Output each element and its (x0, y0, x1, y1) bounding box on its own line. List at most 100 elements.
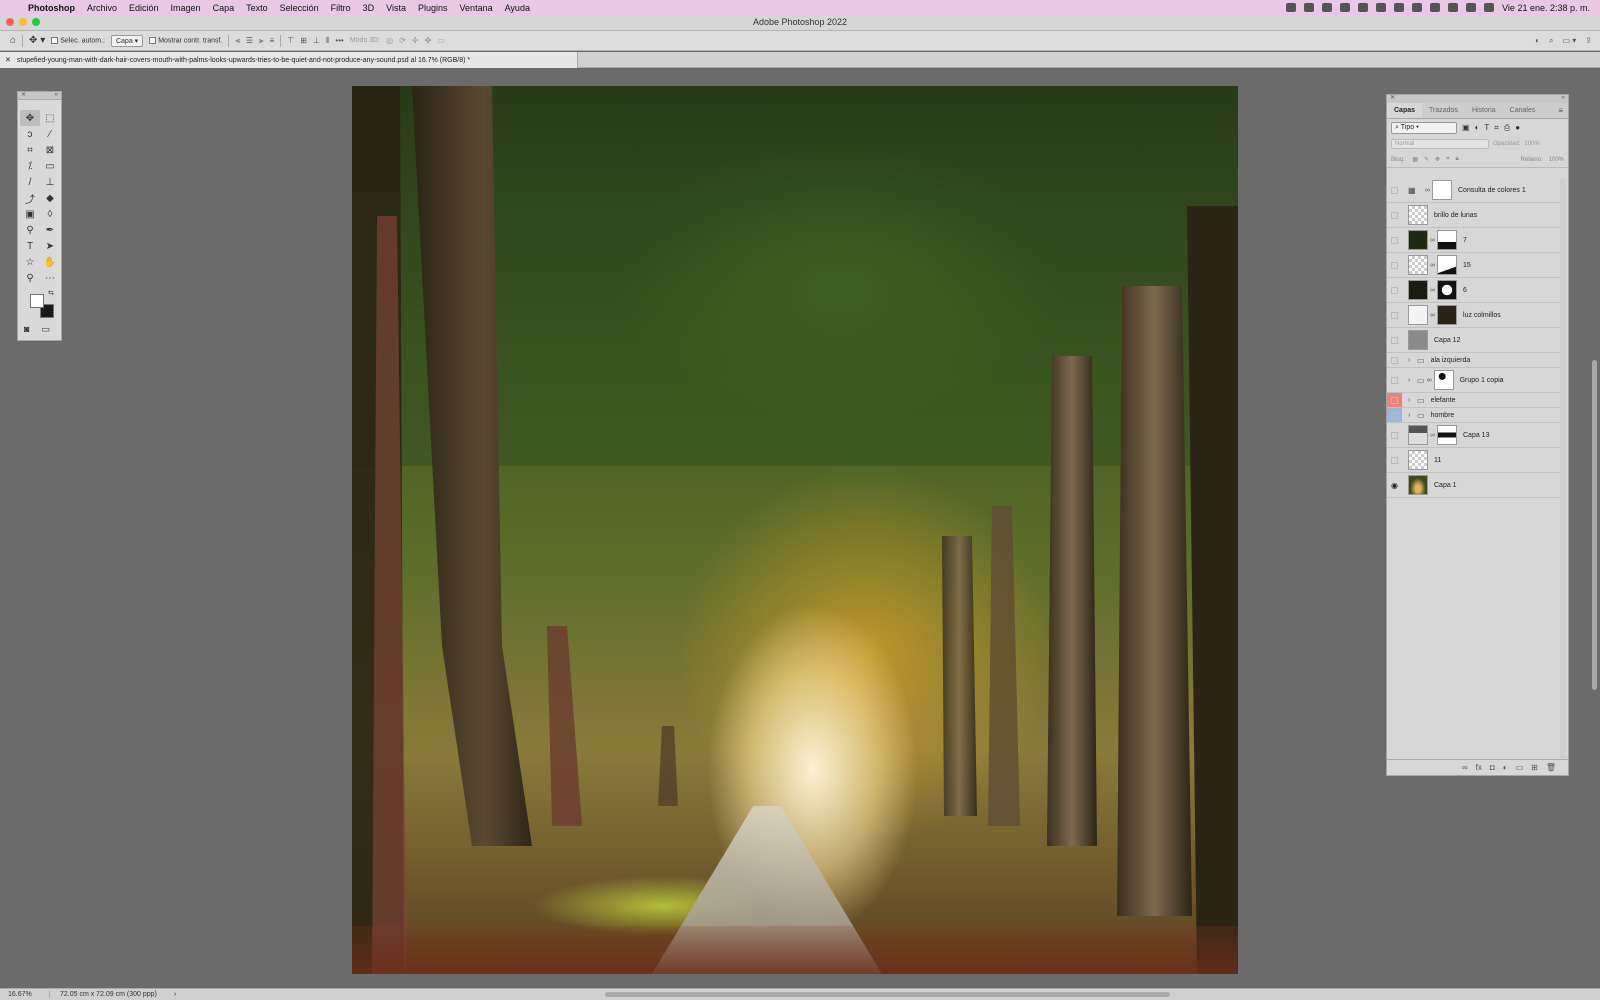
visibility-toggle[interactable] (1387, 393, 1402, 407)
layer-row[interactable]: ∞ 15 (1387, 253, 1560, 278)
menu-capa[interactable]: Capa (207, 3, 241, 13)
layer-group-row[interactable]: › ▭ ∞ Grupo 1 copia (1387, 368, 1560, 393)
menu-vista[interactable]: Vista (380, 3, 412, 13)
layer-group-row[interactable]: › ▭ ala izquierda (1387, 353, 1560, 368)
layer-thumbnail[interactable] (1408, 305, 1428, 325)
quick-mask-icon[interactable]: ◙ (24, 324, 29, 335)
align-bottom-icon[interactable]: ⊥ (313, 36, 320, 45)
align-middle-icon[interactable]: ⊞ (300, 36, 307, 45)
slide-3d-icon[interactable]: ✤ (425, 36, 432, 45)
gradient-tool-icon[interactable]: ▣ (20, 206, 40, 222)
close-panel-icon[interactable]: ✕ (1390, 95, 1395, 103)
lock-position-icon[interactable]: ✥ (1435, 156, 1440, 163)
brush-tool-icon[interactable]: / (20, 174, 40, 190)
video-camera-3d-icon[interactable]: ▭ (437, 36, 445, 45)
search-icon[interactable]: ⌕ (1549, 36, 1553, 46)
layer-row[interactable]: ∞ 7 (1387, 228, 1560, 253)
chevron-right-icon[interactable]: › (1408, 397, 1414, 404)
menu-edicion[interactable]: Edición (123, 3, 165, 13)
layer-thumbnail[interactable] (1408, 330, 1428, 350)
visibility-toggle[interactable] (1387, 353, 1402, 367)
lock-all-icon[interactable]: 🔒︎ (1455, 156, 1458, 163)
layer-row[interactable]: ∞ luz colmillos (1387, 303, 1560, 328)
workspace-icon[interactable]: ▭ ▾ (1563, 36, 1577, 46)
adjustment-layer-icon[interactable]: ◐ (1503, 763, 1508, 772)
add-mask-icon[interactable]: ◘ (1490, 763, 1495, 772)
collapse-panel-icon[interactable]: « (55, 92, 58, 99)
flag-icon[interactable] (1412, 3, 1423, 12)
visibility-toggle[interactable]: ◉ (1387, 473, 1402, 497)
layer-mask-thumbnail[interactable] (1437, 255, 1457, 275)
filter-smart-object-icon[interactable]: ⎙ (1504, 123, 1510, 133)
battery-icon[interactable] (1394, 3, 1405, 12)
lock-transparent-icon[interactable]: ▦ (1412, 156, 1418, 163)
layer-mask-thumbnail[interactable] (1437, 425, 1457, 445)
chevron-right-icon[interactable]: › (1408, 377, 1414, 384)
tab-historia[interactable]: Historia (1465, 103, 1503, 118)
menu-ayuda[interactable]: Ayuda (499, 3, 536, 13)
visibility-toggle[interactable] (1387, 178, 1402, 202)
canvas-vertical-scrollbar[interactable] (1592, 360, 1597, 690)
clone-stamp-tool-icon[interactable]: ⊥ (40, 174, 60, 190)
layer-row[interactable]: Capa 12 (1387, 328, 1560, 353)
menu-3d[interactable]: 3D (357, 3, 381, 13)
visibility-toggle[interactable] (1387, 368, 1402, 392)
close-panel-icon[interactable]: ✕ (21, 92, 26, 99)
crop-tool-icon[interactable]: ⌗ (20, 142, 40, 158)
layer-mask-thumbnail[interactable] (1432, 180, 1452, 200)
visibility-toggle[interactable] (1387, 203, 1402, 227)
new-group-icon[interactable]: ▭ (1516, 763, 1524, 772)
link-layers-icon[interactable]: ∞ (1462, 763, 1468, 772)
filter-type-icon[interactable]: T (1484, 123, 1489, 132)
menu-plugins[interactable]: Plugins (412, 3, 454, 13)
path-selection-tool-icon[interactable]: ➤ (40, 238, 60, 254)
menu-seleccion[interactable]: Selección (274, 3, 325, 13)
quick-selection-tool-icon[interactable]: ⁄ (40, 126, 60, 142)
align-right-icon[interactable]: ⫸ (259, 36, 264, 46)
show-transform-controls-checkbox[interactable]: Mostrar contr. transf. (149, 36, 222, 44)
layer-filter-dropdown[interactable]: ⌕ Tipo ▾ (1391, 121, 1457, 134)
eraser-tool-icon[interactable]: ◆ (40, 190, 60, 206)
screen-mode-icon[interactable]: ▭ (41, 324, 50, 335)
adobe-icon[interactable] (1340, 3, 1351, 12)
type-tool-icon[interactable]: T (20, 238, 40, 254)
visibility-toggle[interactable] (1387, 303, 1402, 327)
lock-pixels-icon[interactable]: ✎ (1424, 156, 1429, 163)
layer-mask-thumbnail[interactable] (1437, 280, 1457, 300)
healing-brush-tool-icon[interactable]: ▭ (40, 158, 60, 174)
chevron-right-icon[interactable]: › (1408, 412, 1414, 419)
visibility-toggle[interactable] (1387, 278, 1402, 302)
history-brush-tool-icon[interactable]: ⤴ (20, 190, 40, 206)
learn-icon[interactable]: ◐ (1535, 36, 1540, 46)
close-tab-icon[interactable]: ✕ (5, 56, 11, 64)
layer-thumbnail[interactable] (1408, 475, 1428, 495)
zoom-tool-icon[interactable]: ⚲ (20, 270, 40, 286)
panel-menu-icon[interactable]: ≡ (1553, 103, 1568, 118)
pen-tool-icon[interactable]: ✒ (40, 222, 60, 238)
spotlight-search-icon[interactable] (1448, 3, 1459, 12)
layer-thumbnail[interactable] (1408, 450, 1428, 470)
layer-mask-thumbnail[interactable] (1437, 305, 1457, 325)
fill-value[interactable]: 100% (1549, 157, 1564, 163)
tab-canales[interactable]: Canales (1503, 103, 1543, 118)
creative-cloud-icon[interactable] (1304, 3, 1315, 12)
visibility-toggle[interactable] (1387, 408, 1402, 422)
layer-row[interactable]: ∞ Capa 13 (1387, 423, 1560, 448)
align-top-icon[interactable]: ⊤ (287, 36, 294, 45)
layer-thumbnail[interactable] (1408, 205, 1428, 225)
document-canvas[interactable] (352, 86, 1238, 974)
menu-filtro[interactable]: Filtro (325, 3, 357, 13)
distribute-horizontal-icon[interactable]: ⦀ (326, 36, 330, 46)
layers-panel-header[interactable]: ✕ « (1387, 95, 1568, 103)
layer-row[interactable]: ▦ ∞ Consulta de colores 1 (1387, 178, 1560, 203)
layer-mask-thumbnail[interactable] (1433, 370, 1454, 390)
lock-artboard-icon[interactable]: ⌗ (1446, 156, 1449, 163)
wifi-icon[interactable] (1430, 3, 1441, 12)
lasso-tool-icon[interactable]: ↄ (20, 126, 40, 142)
swap-colors-icon[interactable]: ⇆ (48, 289, 54, 297)
menubar-clock[interactable]: Vie 21 ene. 2:38 p. m. (1502, 3, 1590, 13)
cloud-icon[interactable] (1286, 3, 1297, 12)
visibility-toggle[interactable] (1387, 448, 1402, 472)
menu-imagen[interactable]: Imagen (165, 3, 207, 13)
visibility-toggle[interactable] (1387, 253, 1402, 277)
